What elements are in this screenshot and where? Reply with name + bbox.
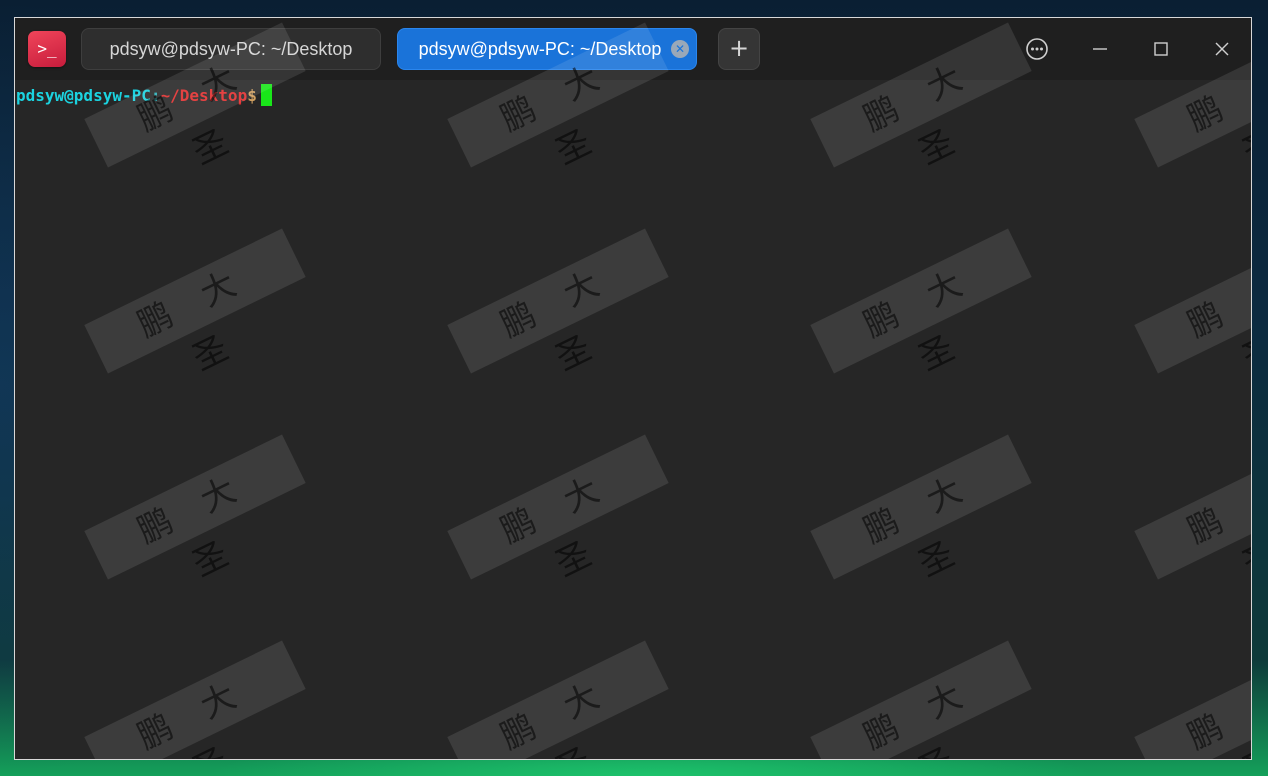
plus-icon: + <box>728 34 750 62</box>
terminal-icon[interactable]: >_ <box>28 31 66 67</box>
close-icon <box>1215 42 1229 56</box>
terminal-window: >_ pdsyw@pdsyw-PC: ~/Desktop pdsyw@pdsyw… <box>14 17 1252 760</box>
close-window-button[interactable] <box>1205 32 1239 66</box>
terminal-icon-glyph: >_ <box>37 39 57 58</box>
minimize-icon <box>1093 48 1107 50</box>
add-tab-button[interactable]: + <box>718 28 760 70</box>
more-options-icon <box>1026 38 1048 60</box>
tab-terminal-1[interactable]: pdsyw@pdsyw-PC: ~/Desktop <box>81 28 381 70</box>
terminal-output-area[interactable]: pdsyw@pdsyw-PC:~/Desktop$ <box>15 80 1251 759</box>
tab-terminal-2-active[interactable]: pdsyw@pdsyw-PC: ~/Desktop ✕ <box>397 28 697 70</box>
prompt-line: pdsyw@pdsyw-PC:~/Desktop$ <box>16 84 272 108</box>
maximize-icon <box>1154 42 1168 56</box>
prompt-path: ~/Desktop <box>160 86 248 105</box>
tab-close-icon[interactable]: ✕ <box>671 40 689 58</box>
text-cursor <box>260 84 272 106</box>
minimize-button[interactable] <box>1083 32 1117 66</box>
prompt-user-host: pdsyw@pdsyw-PC <box>16 86 151 105</box>
prompt-symbol: $ <box>247 86 257 105</box>
maximize-button[interactable] <box>1144 32 1178 66</box>
prompt-separator: : <box>150 86 161 105</box>
titlebar: >_ pdsyw@pdsyw-PC: ~/Desktop pdsyw@pdsyw… <box>15 18 1251 80</box>
more-options-button[interactable] <box>1020 32 1054 66</box>
tab-label: pdsyw@pdsyw-PC: ~/Desktop <box>418 39 662 59</box>
tab-label: pdsyw@pdsyw-PC: ~/Desktop <box>109 39 353 59</box>
